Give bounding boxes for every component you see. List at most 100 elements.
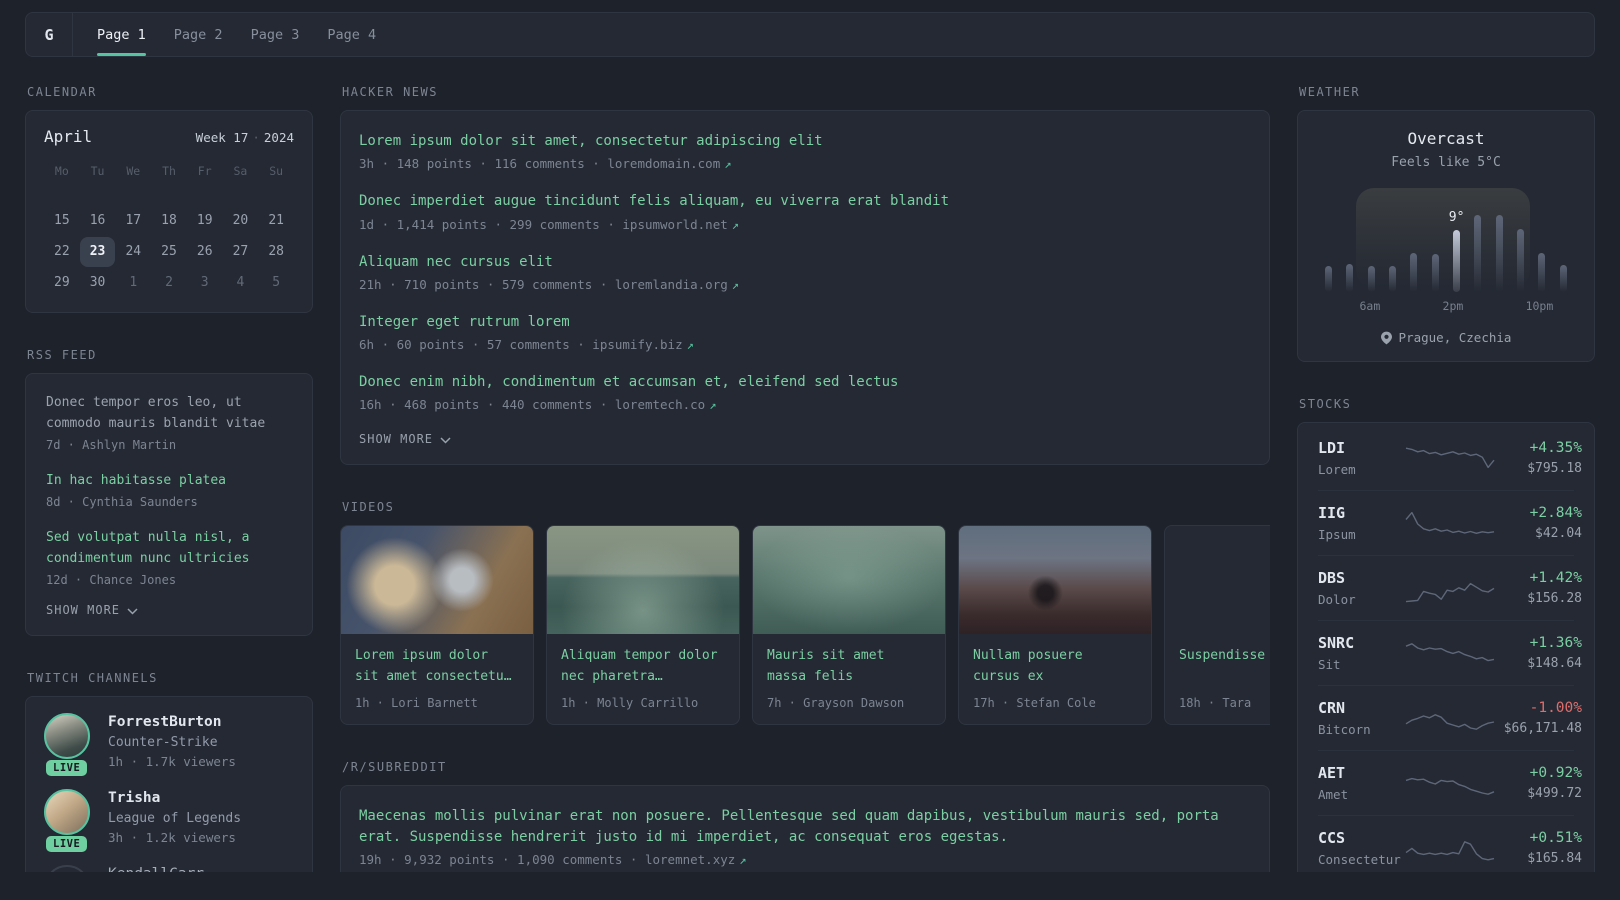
video-title[interactable]: Suspendisse diam <box>1179 646 1270 688</box>
rss-item-title[interactable]: Sed volutpat nulla nisl, a condimentum n… <box>46 527 292 569</box>
subreddit-post-meta: 19h · 9,932 points · 1,090 comments · lo… <box>359 852 1251 867</box>
video-title[interactable]: Lorem ipsum dolor sit amet consectetu… <box>355 646 519 688</box>
videos-row: Lorem ipsum dolor sit amet consectetu… 1… <box>340 525 1270 726</box>
avatar <box>44 713 90 760</box>
rss-item[interactable]: Donec tempor eros leo, ut commodo mauris… <box>46 392 292 452</box>
weather-bar-column <box>1382 196 1403 292</box>
video-card[interactable]: Lorem ipsum dolor sit amet consectetu… 1… <box>340 525 534 726</box>
video-card-body: Aliquam tempor dolor nec pharetra… 1h · … <box>547 634 739 724</box>
video-card[interactable]: Mauris sit amet massa felis 7h · Grayson… <box>752 525 946 726</box>
weather-bar <box>1410 252 1418 292</box>
weather-axis-tick <box>1401 299 1422 313</box>
twitch-channel-row[interactable]: LIVE KendallCarr <box>44 865 294 872</box>
video-card-body: Suspendisse diam 18h · Tara <box>1165 634 1270 724</box>
twitch-avatar-wrap: LIVE <box>44 789 96 853</box>
rss-item[interactable]: Sed volutpat nulla nisl, a condimentum n… <box>46 527 292 587</box>
hackernews-item[interactable]: Lorem ipsum dolor sit amet, consectetur … <box>359 131 1251 171</box>
stock-row[interactable]: AET Amet +0.92% $499.72 <box>1318 750 1582 815</box>
external-link-icon[interactable]: ↗ <box>732 278 739 292</box>
hackernews-item-title[interactable]: Donec enim nibh, condimentum et accumsan… <box>359 372 1251 392</box>
external-link-icon[interactable]: ↗ <box>687 338 694 352</box>
avatar <box>44 865 90 872</box>
hackernews-item-meta: 16h · 468 points · 440 comments · loremt… <box>359 397 1251 412</box>
hackernews-item[interactable]: Aliquam nec cursus elit 21h · 710 points… <box>359 252 1251 292</box>
rss-show-more-button[interactable]: SHOW MORE <box>46 603 138 617</box>
video-thumbnail[interactable] <box>959 526 1151 635</box>
video-title[interactable]: Nullam posuere cursus ex <box>973 646 1137 688</box>
external-link-icon[interactable]: ↗ <box>724 157 731 171</box>
twitch-channel-row[interactable]: LIVE ForrestBurton Counter-Strike 1h · 1… <box>44 713 294 777</box>
stock-row[interactable]: LDI Lorem +4.35% $795.18 <box>1318 426 1582 490</box>
stock-row[interactable]: CCS Consectetur +0.51% $165.84 <box>1318 815 1582 872</box>
external-link-icon[interactable]: ↗ <box>709 398 716 412</box>
stock-price: $148.64 <box>1527 656 1582 671</box>
stock-id: DBS Dolor <box>1318 569 1404 607</box>
subreddit-post-title[interactable]: Maecenas mollis pulvinar erat non posuer… <box>359 806 1251 847</box>
stocks-widget: LDI Lorem +4.35% $795.18 IIG Ipsum +2.84… <box>1297 422 1595 872</box>
hackernews-item-title[interactable]: Lorem ipsum dolor sit amet, consectetur … <box>359 131 1251 151</box>
rss-item[interactable]: In hac habitasse platea 8d · Cynthia Sau… <box>46 470 292 509</box>
hackernews-item-title[interactable]: Integer eget rutrum lorem <box>359 312 1251 332</box>
calendar-day: 29 <box>54 275 70 290</box>
external-link-icon[interactable]: ↗ <box>732 218 739 232</box>
video-title[interactable]: Aliquam tempor dolor nec pharetra… <box>561 646 725 688</box>
calendar-week-year: Week 17 · 2024 <box>196 130 294 145</box>
rss-item-title[interactable]: Donec tempor eros leo, ut commodo mauris… <box>46 392 292 434</box>
weather-axis-tick: 2pm <box>1442 299 1464 313</box>
stock-ticker: DBS <box>1318 569 1346 587</box>
twitch-section: TWITCH CHANNELS LIVE ForrestBurton Count… <box>25 671 313 872</box>
stock-change: +0.92% <box>1529 765 1582 781</box>
subreddit-widget: Maecenas mollis pulvinar erat non posuer… <box>340 785 1270 872</box>
stock-row[interactable]: SNRC Sit +1.36% $148.64 <box>1318 620 1582 685</box>
hackernews-item[interactable]: Donec enim nibh, condimentum et accumsan… <box>359 372 1251 412</box>
hackernews-item-title[interactable]: Aliquam nec cursus elit <box>359 252 1251 272</box>
twitch-channel-name[interactable]: KendallCarr <box>108 866 204 872</box>
video-card[interactable]: Aliquam tempor dolor nec pharetra… 1h · … <box>546 525 740 726</box>
weather-condition: Overcast <box>1407 129 1485 148</box>
external-link-icon[interactable]: ↗ <box>739 853 746 867</box>
video-card[interactable]: Suspendisse diam 18h · Tara <box>1164 525 1270 726</box>
weather-location-label: Prague, Czechia <box>1398 330 1512 345</box>
hackernews-item-title[interactable]: Donec imperdiet augue tincidunt felis al… <box>359 191 1251 211</box>
video-thumbnail[interactable] <box>547 526 739 635</box>
page-tab[interactable]: Page 1 <box>97 13 146 56</box>
page-tab[interactable]: Page 3 <box>251 13 300 56</box>
video-title[interactable]: Mauris sit amet massa felis <box>767 646 931 688</box>
video-meta: 1h · Lori Barnett <box>355 696 478 711</box>
subreddit-post[interactable]: Maecenas mollis pulvinar erat non posuer… <box>359 806 1251 867</box>
twitch-channel-name[interactable]: Trisha <box>108 790 241 806</box>
live-badge: LIVE <box>46 760 88 777</box>
videos-section: VIDEOS Lorem ipsum dolor sit amet consec… <box>340 500 1270 726</box>
hackernews-item[interactable]: Integer eget rutrum lorem 6h · 60 points… <box>359 312 1251 352</box>
stock-name: Consectetur <box>1318 852 1401 867</box>
chevron-down-icon <box>440 437 451 444</box>
weather-bar <box>1538 252 1546 292</box>
calendar-weekday: Su <box>269 164 284 178</box>
twitch-channel-name[interactable]: ForrestBurton <box>108 714 236 730</box>
video-thumbnail[interactable] <box>1165 526 1270 634</box>
weather-axis-tick: 10pm <box>1525 299 1554 313</box>
video-thumbnail[interactable] <box>341 526 533 635</box>
page-tab[interactable]: Page 4 <box>327 13 376 56</box>
video-card[interactable]: Nullam posuere cursus ex 17h · Stefan Co… <box>958 525 1152 726</box>
stock-sparkline <box>1405 714 1495 730</box>
stock-id: LDI Lorem <box>1318 439 1404 477</box>
calendar-weekday: Sa <box>233 164 248 178</box>
calendar-day: 28 <box>268 244 284 259</box>
rss-item-title[interactable]: In hac habitasse platea <box>46 470 292 491</box>
stock-sparkline <box>1405 511 1495 534</box>
subreddit-heading: /R/SUBREDDIT <box>342 760 447 775</box>
stock-row[interactable]: IIG Ipsum +2.84% $42.04 <box>1318 490 1582 555</box>
twitch-channel-row[interactable]: LIVE Trisha League of Legends 3h · 1.2k … <box>44 789 294 853</box>
page-tab[interactable]: Page 2 <box>174 13 223 56</box>
hackernews-show-more-button[interactable]: SHOW MORE <box>359 432 451 446</box>
hackernews-item[interactable]: Donec imperdiet augue tincidunt felis al… <box>359 191 1251 231</box>
hackernews-item-meta: 1d · 1,414 points · 299 comments · ipsum… <box>359 217 1251 232</box>
calendar-day: 16 <box>89 213 106 228</box>
calendar-weekday: Th <box>162 164 176 178</box>
hackernews-item-stats: 1d · 1,414 points · 299 comments · ipsum… <box>359 216 728 232</box>
stock-row[interactable]: DBS Dolor +1.42% $156.28 <box>1318 555 1582 620</box>
page-tab-label: Page 1 <box>97 26 146 43</box>
video-thumbnail[interactable] <box>753 526 945 635</box>
stock-row[interactable]: CRN Bitcorn -1.00% $66,171.48 <box>1318 685 1582 750</box>
